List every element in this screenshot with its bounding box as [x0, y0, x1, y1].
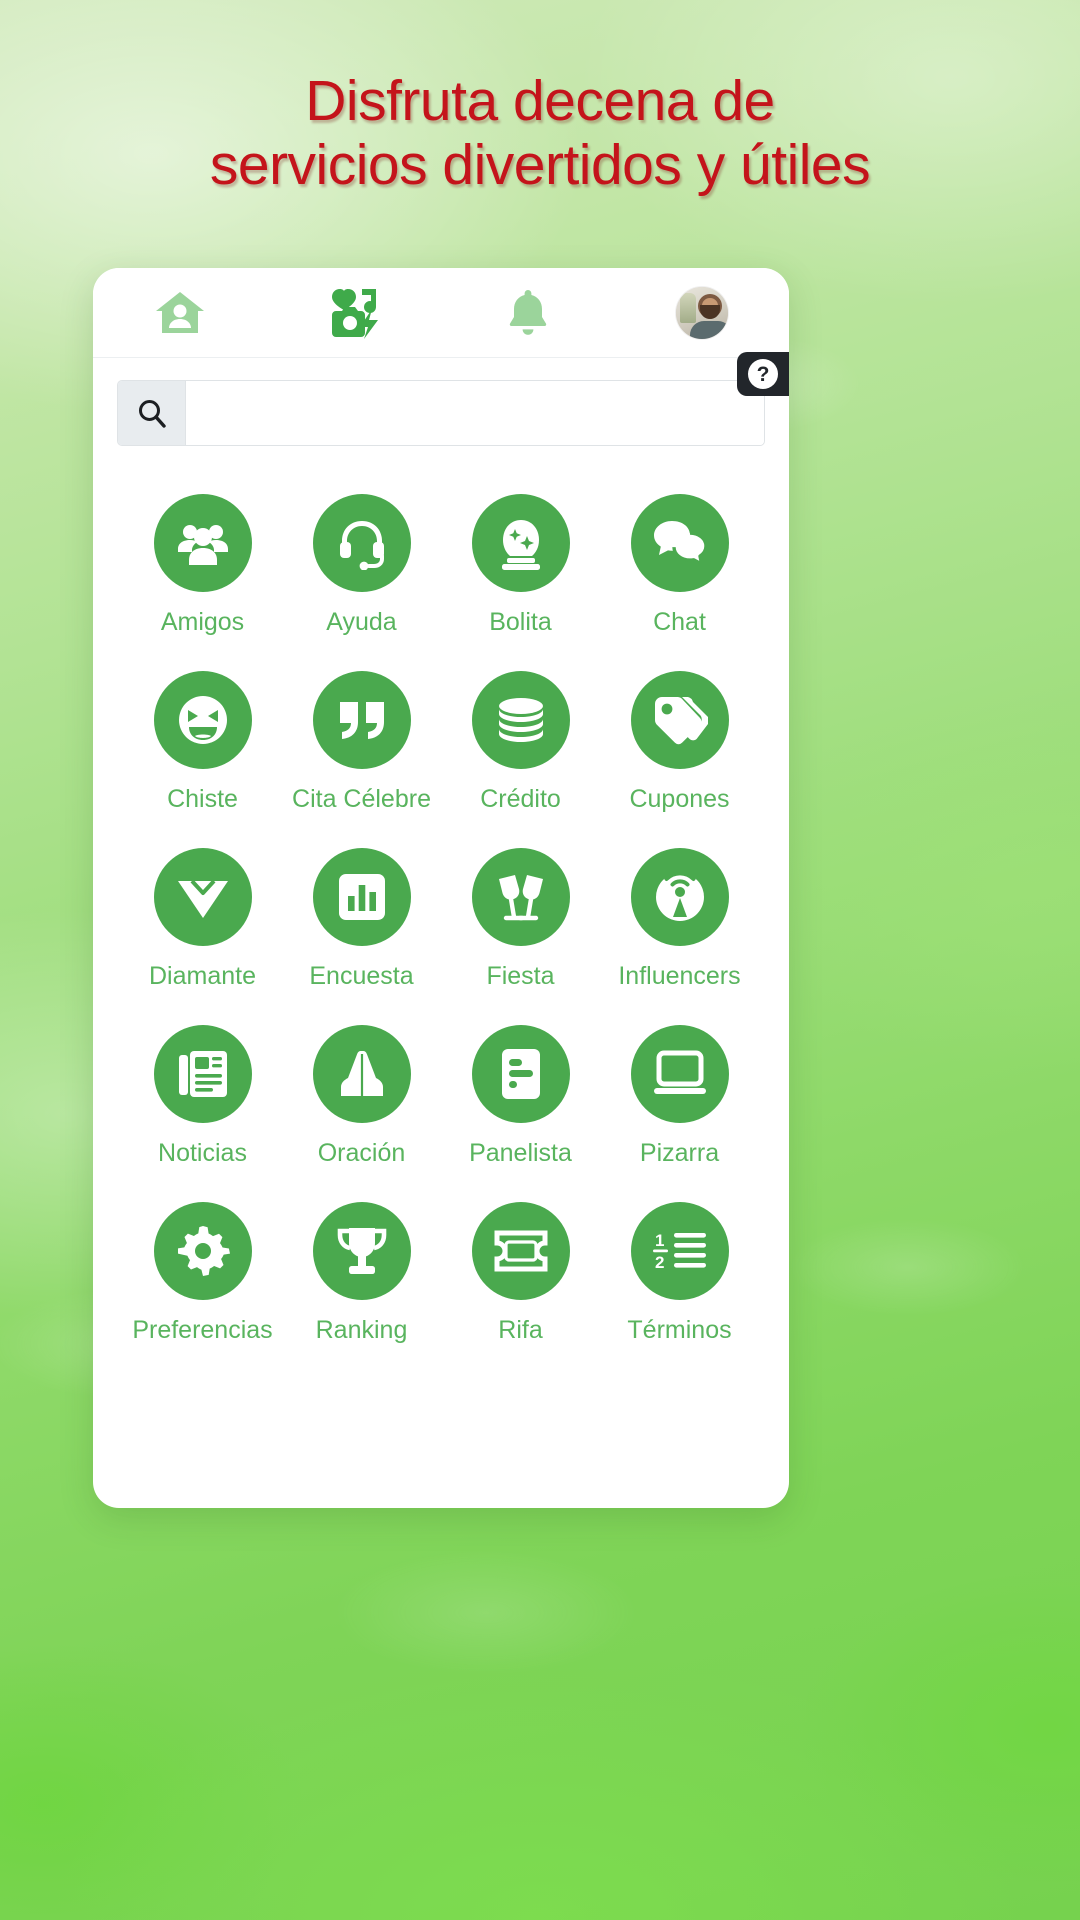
grid-item-pizarra[interactable]: Pizarra: [600, 1009, 759, 1186]
quote-marks-icon: [312, 671, 411, 769]
crystal-ball-icon: [471, 494, 570, 592]
grid-item-label: Chiste: [167, 785, 238, 813]
headline-line-2: servicios divertidos y útiles: [209, 132, 871, 197]
top-navbar: [93, 268, 789, 358]
grid-item-label: Cupones: [629, 785, 730, 813]
broadcast-icon: [630, 848, 729, 946]
grid-item-influencers[interactable]: Influencers: [600, 832, 759, 1009]
grid-item-label: Términos: [627, 1316, 732, 1344]
grid-item-label: Chat: [653, 608, 706, 636]
grid-item-cita-celebre[interactable]: Cita Célebre: [282, 655, 441, 832]
nav-item-notifications[interactable]: [441, 288, 615, 338]
search-area: ?: [93, 352, 789, 460]
grid-item-label: Oración: [317, 1139, 406, 1167]
poll-document-icon: [471, 1025, 570, 1123]
grid-item-label: Influencers: [618, 962, 741, 990]
grid-item-label: Noticias: [158, 1139, 247, 1167]
gear-icon: [153, 1202, 252, 1300]
feed-media-icon: [326, 287, 382, 339]
diamond-icon: [153, 848, 252, 946]
question-mark-icon: ?: [748, 359, 778, 389]
grid-item-ayuda[interactable]: Ayuda: [282, 478, 441, 655]
grid-item-label: Pizarra: [639, 1139, 720, 1167]
search-bar[interactable]: [117, 380, 765, 446]
trophy-icon: [312, 1202, 411, 1300]
tags-icon: [630, 671, 729, 769]
newspaper-icon: [153, 1025, 252, 1123]
avatar[interactable]: [676, 286, 728, 339]
grid-item-label: Diamante: [149, 962, 256, 990]
headline: Disfruta decena de servicios divertidos …: [0, 0, 1080, 198]
svg-text:2: 2: [655, 1253, 664, 1272]
grid-item-encuesta[interactable]: Encuesta: [282, 832, 441, 1009]
grid-item-label: Ranking: [315, 1316, 408, 1344]
grid-item-chat[interactable]: Chat: [600, 478, 759, 655]
search-input[interactable]: [186, 381, 764, 445]
grid-item-bolita[interactable]: Bolita: [441, 478, 600, 655]
grid-item-noticias[interactable]: Noticias: [123, 1009, 282, 1186]
nav-item-home[interactable]: [93, 289, 267, 337]
grid-item-credito[interactable]: Crédito: [441, 655, 600, 832]
chat-bubbles-icon: [630, 494, 729, 592]
grid-item-fiesta[interactable]: Fiesta: [441, 832, 600, 1009]
grid-item-chiste[interactable]: Chiste: [123, 655, 282, 832]
grid-item-label: Bolita: [489, 608, 552, 636]
grid-item-ranking[interactable]: Ranking: [282, 1186, 441, 1363]
svg-text:1: 1: [655, 1231, 664, 1250]
grid-item-label: Crédito: [480, 785, 561, 813]
grid-item-rifa[interactable]: Rifa: [441, 1186, 600, 1363]
grid-item-label: Fiesta: [486, 962, 555, 990]
praying-hands-icon: [312, 1025, 411, 1123]
services-grid: Amigos Ayuda Bolita Chat Chiste Cita Cél…: [93, 460, 789, 1363]
laughing-face-icon: [153, 671, 252, 769]
bar-chart-icon: [312, 848, 411, 946]
bell-icon: [506, 288, 550, 338]
whiteboard-icon: [630, 1025, 729, 1123]
grid-item-diamante[interactable]: Diamante: [123, 832, 282, 1009]
grid-item-oracion[interactable]: Oración: [282, 1009, 441, 1186]
grid-item-terminos[interactable]: 1 2 Términos: [600, 1186, 759, 1363]
grid-item-label: Amigos: [160, 608, 245, 636]
help-badge[interactable]: ?: [737, 352, 789, 396]
nav-item-profile[interactable]: [615, 286, 789, 339]
champagne-glasses-icon: [471, 848, 570, 946]
grid-item-panelista[interactable]: Panelista: [441, 1009, 600, 1186]
grid-item-label: Ayuda: [326, 608, 397, 636]
grid-item-label: Cita Célebre: [292, 785, 431, 813]
numbered-list-icon: 1 2: [630, 1202, 729, 1300]
headset-icon: [312, 494, 411, 592]
ticket-icon: [471, 1202, 570, 1300]
grid-item-cupones[interactable]: Cupones: [600, 655, 759, 832]
grid-item-preferencias[interactable]: Preferencias: [123, 1186, 282, 1363]
users-group-icon: [153, 494, 252, 592]
grid-item-label: Encuesta: [309, 962, 414, 990]
grid-item-amigos[interactable]: Amigos: [123, 478, 282, 655]
headline-line-1: Disfruta decena de: [305, 69, 775, 133]
nav-item-feed[interactable]: [267, 287, 441, 339]
grid-item-label: Panelista: [469, 1139, 572, 1167]
search-icon[interactable]: [118, 381, 186, 445]
phone-screen: ? Amigos Ayuda Bolita Chat Chiste Cita C…: [93, 268, 789, 1508]
grid-item-label: Rifa: [498, 1316, 543, 1344]
home-icon: [154, 289, 206, 337]
coins-stack-icon: [471, 671, 570, 769]
grid-item-label: Preferencias: [132, 1316, 273, 1344]
